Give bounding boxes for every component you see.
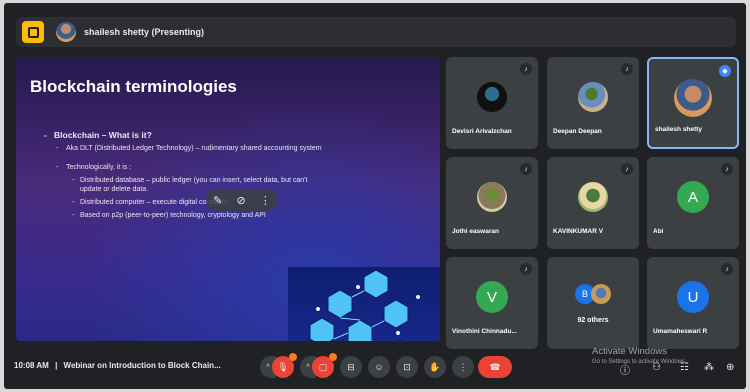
participant-name: KAVINKUMAR V (553, 228, 604, 235)
people-icon[interactable]: ⚇ (652, 362, 661, 373)
slide-point: Based on p2p (peer-to-peer) technology, … (44, 211, 314, 220)
avatar: V (476, 281, 508, 314)
mic-off-icon: 🎙 (277, 361, 289, 372)
presenter-avatar (56, 22, 76, 42)
others-tile[interactable]: B 92 others (547, 257, 639, 349)
info-icon[interactable]: ⓘ (620, 362, 630, 377)
participant-name: shailesh shetty (655, 126, 702, 133)
activities-icon[interactable]: ⁂ (704, 362, 714, 373)
mic-muted-icon: ♪ (721, 163, 733, 175)
more-vert-icon: ⋮ (458, 361, 468, 372)
participant-name: Jothi easwaran (452, 228, 499, 235)
avatar: A (677, 181, 709, 214)
windows-watermark: Activate Windows (592, 346, 667, 357)
lock-icon[interactable]: ⊕ (726, 362, 734, 373)
mic-toggle-button[interactable]: 🎙 (272, 353, 297, 378)
emoji-icon: ☺ (374, 362, 384, 372)
mic-muted-icon: ♪ (520, 263, 532, 275)
participant-name: Deepan Deepan (553, 128, 602, 135)
meeting-info: 10:08 AM | Webinar on Introduction to Bl… (14, 361, 221, 370)
camera-toggle-button[interactable]: ▢ (312, 353, 337, 378)
slide-heading: Blockchain – What is it? (44, 131, 344, 141)
avatar (674, 78, 712, 117)
participant-tile[interactable]: ♪ Jothi easwaran (446, 157, 538, 249)
slide-tech: Technologically, it is : (44, 163, 344, 172)
mic-muted-icon: ♪ (621, 63, 633, 75)
shared-slide: Blockchain terminologies Blockchain – Wh… (16, 57, 440, 341)
participant-name: Umamaheswari R (653, 328, 708, 335)
slide-title: Blockchain terminologies (30, 77, 237, 96)
participant-name: Devisri Arivalzchan (452, 128, 512, 135)
mic-muted-icon: ♪ (621, 163, 633, 175)
raise-hand-button[interactable]: ✋ (424, 356, 446, 378)
mic-muted-icon: ♪ (520, 63, 532, 75)
others-avatars: B (575, 283, 611, 304)
avatar (591, 283, 611, 304)
reactions-button[interactable]: ☺ (368, 356, 390, 378)
others-count: 92 others (577, 317, 609, 324)
mute-icon[interactable]: ⊘ (237, 194, 246, 207)
meeting-title: Webinar on Introduction to Block Chain..… (63, 361, 221, 370)
camera-off-icon: ▢ (318, 361, 328, 372)
avatar (578, 182, 608, 213)
avatar (477, 182, 507, 213)
participant-tile[interactable]: ♪ V Vinothini Chinnadu... (446, 257, 538, 349)
mic-muted-icon: ♪ (721, 263, 733, 275)
avatar (477, 82, 507, 113)
slide-aka: Aka DLT (Distributed Ledger Technology) … (44, 144, 344, 153)
participant-tile[interactable]: ♪ U Umamaheswari R (647, 257, 739, 349)
presenter-label: shailesh shetty (Presenting) (84, 27, 205, 37)
slide-control-pill: ✎ ⊘ ⋮ (206, 189, 278, 211)
participant-tile[interactable]: ♪ Deepan Deepan (547, 57, 639, 149)
captions-button[interactable]: ⊟ (340, 356, 362, 378)
hand-icon: ✋ (429, 361, 441, 372)
avatar (578, 82, 608, 113)
participant-tile[interactable]: ♪ A Abi (647, 157, 739, 249)
pin-icon[interactable]: ✎ (213, 194, 222, 207)
more-options-button[interactable]: ⋮ (452, 356, 474, 378)
participant-tile[interactable]: ♪ Devisri Arivalzchan (446, 57, 538, 149)
speaking-icon: ◆ (719, 65, 731, 77)
blockchain-illustration (288, 267, 440, 341)
present-icon: ⊡ (403, 361, 411, 372)
presentation-icon[interactable] (22, 21, 44, 43)
presentation-bar: shailesh shetty (Presenting) (16, 17, 736, 47)
participant-name: Vinothini Chinnadu... (452, 328, 517, 335)
mic-muted-icon: ♪ (520, 163, 532, 175)
avatar: U (677, 281, 709, 314)
slide-body: Blockchain – What is it? Aka DLT (Distri… (44, 131, 344, 224)
participant-name: Abi (653, 228, 664, 235)
end-call-button[interactable]: ☎ (478, 356, 512, 378)
more-options-icon[interactable]: ⋮ (260, 194, 271, 207)
captions-icon: ⊟ (347, 361, 355, 372)
meeting-time: 10:08 AM (14, 361, 49, 370)
meeting-separator: | (55, 361, 58, 370)
meet-window: shailesh shetty (Presenting) Blockchain … (4, 3, 746, 389)
windows-watermark-sub: Go to Settings to activate Windows. (592, 359, 687, 365)
chat-icon[interactable]: ☷ (680, 362, 689, 373)
present-button[interactable]: ⊡ (396, 356, 418, 378)
participant-tile[interactable]: ♪ KAVINKUMAR V (547, 157, 639, 249)
participant-tile-active[interactable]: ◆ shailesh shetty (647, 57, 739, 149)
end-call-icon: ☎ (489, 361, 501, 372)
